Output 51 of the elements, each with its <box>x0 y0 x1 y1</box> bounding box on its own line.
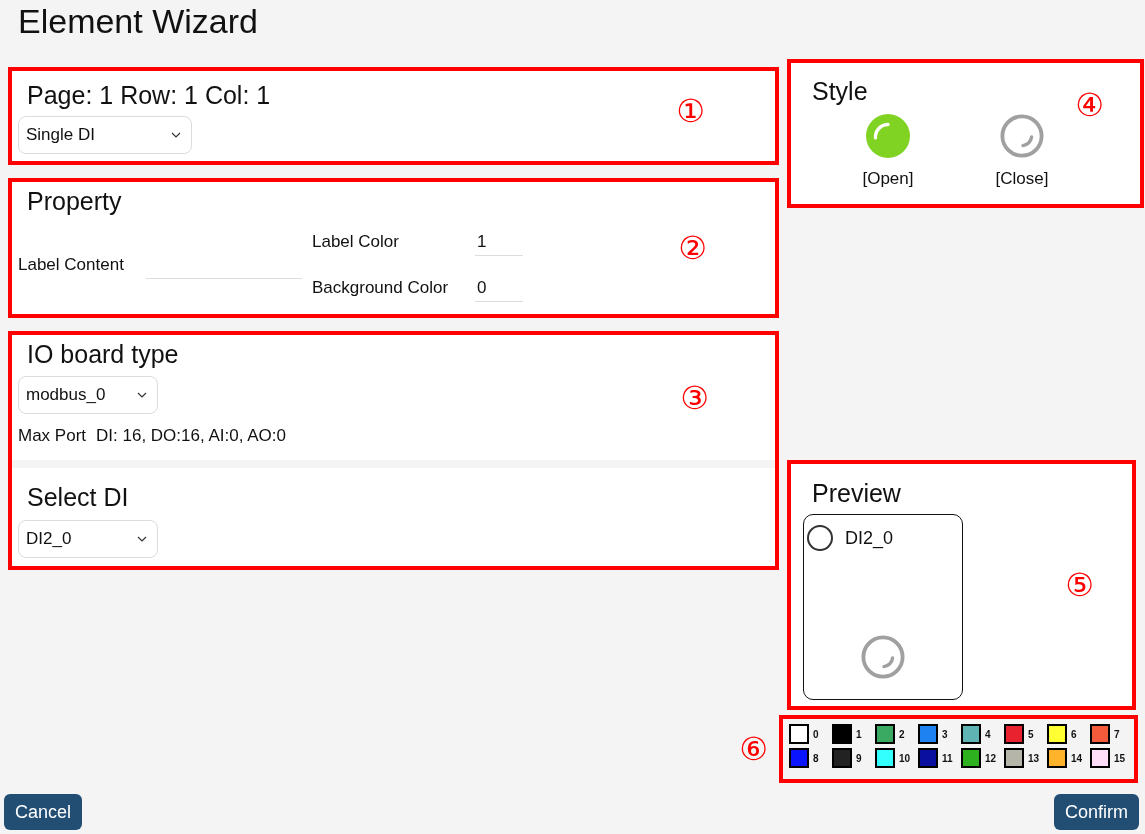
section-heading: Style <box>812 76 868 106</box>
action-button[interactable]: Cancel <box>4 794 83 830</box>
dropdown[interactable]: DI2_0 <box>18 520 158 558</box>
color-code: 3 <box>942 728 948 740</box>
callout-number: ③ <box>680 379 709 416</box>
position-heading: Page: 1 Row: 1 Col: 1 <box>27 80 271 110</box>
color-code: 0 <box>813 728 819 740</box>
color-code: 7 <box>1114 728 1120 740</box>
callout-number: ⑤ <box>1065 567 1094 603</box>
callout-number: ④ <box>1075 87 1104 123</box>
section-heading: Select DI <box>27 482 129 512</box>
callout-number: ② <box>678 230 707 266</box>
page-title: Element Wizard <box>18 1 258 42</box>
color-code: 9 <box>856 752 862 764</box>
style-label: [Open] <box>862 168 914 190</box>
color-code: 12 <box>985 752 997 764</box>
section-heading: Property <box>27 186 122 216</box>
color-code: 11 <box>942 752 953 764</box>
ring-icon <box>861 635 905 679</box>
section-heading: IO board type <box>27 339 179 369</box>
callout-number: ① <box>676 93 705 129</box>
color-code: 1 <box>856 728 862 740</box>
ring-icon <box>1000 114 1044 158</box>
style-label: [Close] <box>995 168 1049 190</box>
text-field[interactable]: 1 <box>475 228 523 256</box>
color-code: 13 <box>1028 752 1040 764</box>
color-code: 8 <box>813 752 819 764</box>
color-code: 15 <box>1114 752 1126 764</box>
color-code: 6 <box>1071 728 1077 740</box>
preview-label: DI2_0 <box>845 527 894 549</box>
max-port-label: Max Port <box>18 425 87 447</box>
dropdown[interactable]: Single DI <box>18 116 192 154</box>
lamp-icon <box>866 114 910 158</box>
color-code: 5 <box>1028 728 1034 740</box>
color-code: 2 <box>899 728 905 740</box>
action-button[interactable]: Confirm <box>1054 794 1139 830</box>
text-field[interactable]: 0 <box>475 274 523 302</box>
section-heading: Preview <box>812 478 901 508</box>
chevron-down-icon <box>137 536 147 542</box>
field-label: Label Content <box>18 255 125 275</box>
field-label: Label Color <box>312 232 400 252</box>
color-code: 10 <box>899 752 911 764</box>
dropdown[interactable]: modbus_0 <box>18 376 158 414</box>
field-label: Background Color <box>312 278 450 298</box>
color-code: 14 <box>1071 752 1083 764</box>
callout-number: ⑥ <box>739 731 768 767</box>
ring-icon <box>807 525 833 551</box>
chevron-down-icon <box>137 392 147 398</box>
max-port-value: DI: 16, DO:16, AI:0, AO:0 <box>96 425 286 447</box>
chevron-down-icon <box>171 132 181 138</box>
color-code: 4 <box>985 728 991 740</box>
